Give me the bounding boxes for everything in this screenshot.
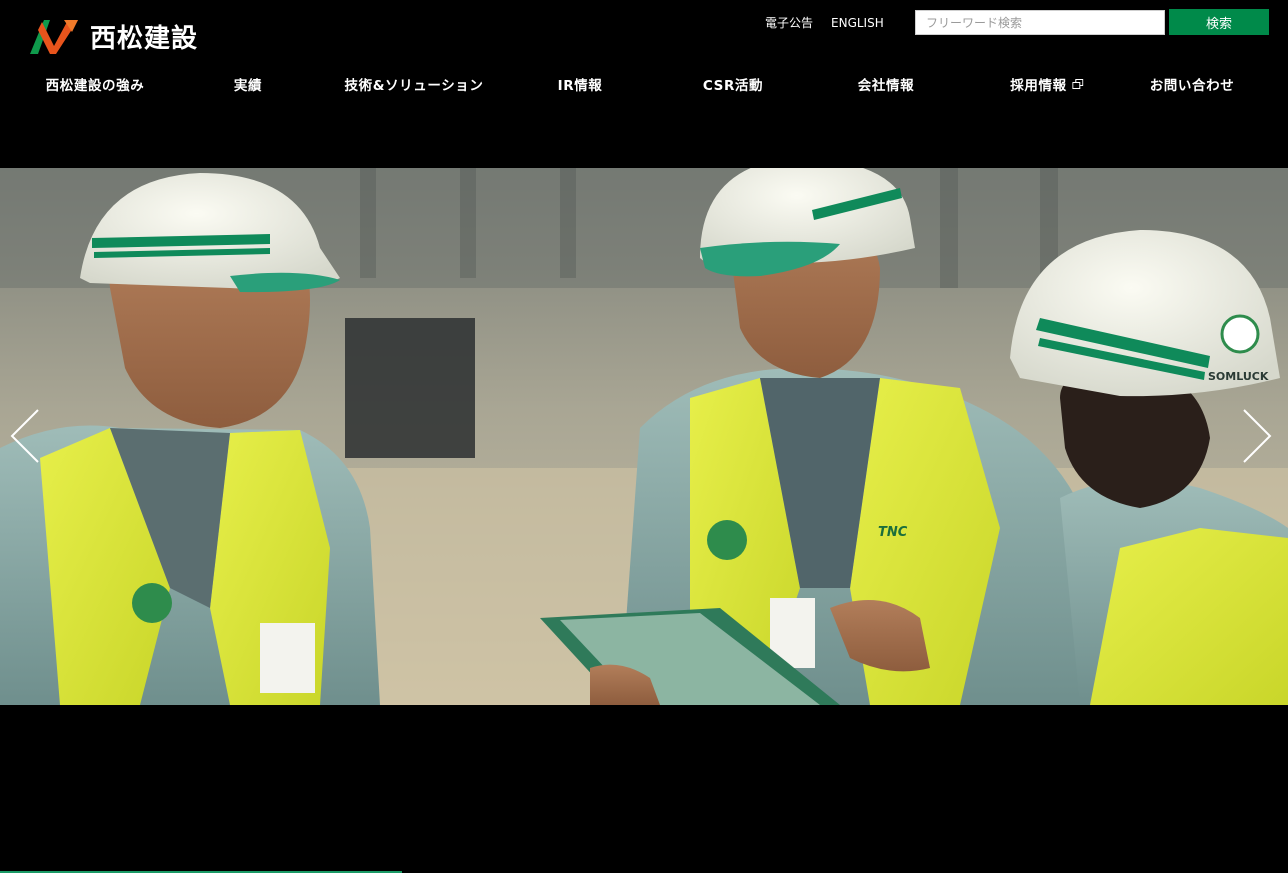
chevron-right-icon[interactable] [1240,408,1274,464]
helmet-label: SOMLUCK [1208,370,1269,383]
logo-mark-icon [30,20,78,54]
nav-item-recruit[interactable]: 採用情報 [1010,70,1084,98]
utility-links: 電子公告 ENGLISH [765,15,884,31]
page: 西松建設 電子公告 ENGLISH 検索 西松建設の強み 実績 技術&ソリューシ… [0,0,1288,873]
external-window-icon [1072,78,1084,89]
nav-item-contact[interactable]: お問い合わせ [1150,70,1235,98]
english-link[interactable]: ENGLISH [831,15,884,31]
global-nav: 西松建設の強み 実績 技術&ソリューション IR情報 CSR活動 会社情報 採用… [0,70,1288,98]
electronic-notice-link[interactable]: 電子公告 [765,15,813,31]
vest-logo: TNC [878,525,908,540]
nav-item-label: 実績 [233,78,263,94]
nav-item-csr[interactable]: CSR活動 [703,70,763,98]
nav-item-company[interactable]: 会社情報 [858,70,914,98]
nav-item-results[interactable]: 実績 [234,70,262,98]
nav-item-label: 採用情報 [1010,78,1067,94]
nav-item-ir[interactable]: IR情報 [558,70,603,98]
chevron-left-icon[interactable] [8,408,42,464]
site-logo[interactable]: 西松建設 [28,15,198,57]
search-button[interactable]: 検索 [1169,9,1269,35]
nav-item-label: 技術&ソリューション [344,78,484,94]
search-input[interactable] [915,10,1165,35]
nav-item-strengths[interactable]: 西松建設の強み [46,70,145,98]
hero-slider[interactable]: SOMLUCK TNC [0,168,1288,705]
nav-item-label: 西松建設の強み [45,78,145,94]
hero-photo: SOMLUCK TNC [0,168,1288,705]
nav-item-technology[interactable]: 技術&ソリューション [344,70,483,98]
nav-item-label: 会社情報 [857,78,915,94]
logo-text: 西松建設 [90,23,199,54]
nav-item-label: IR情報 [557,78,603,94]
nav-item-label: CSR活動 [702,78,764,94]
nav-item-label: お問い合わせ [1149,78,1235,94]
